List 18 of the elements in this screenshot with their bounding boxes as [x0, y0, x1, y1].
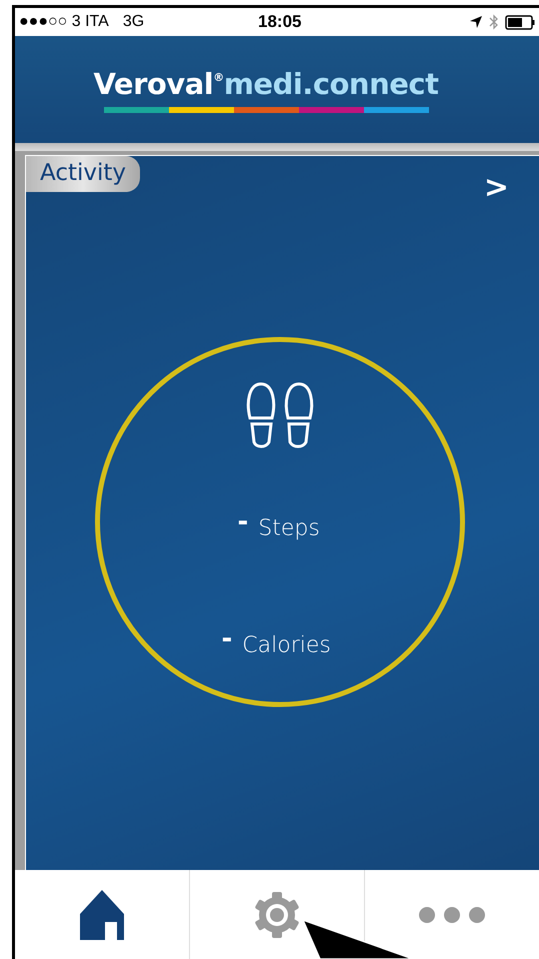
brand-text: Veroval: [94, 66, 214, 100]
carrier-text: ●●●○○ 3 ITA: [19, 13, 109, 31]
home-icon: [80, 890, 124, 940]
network-text: 3G: [122, 13, 144, 31]
next-arrow[interactable]: >: [484, 170, 509, 205]
battery-icon: [505, 14, 535, 30]
metric-label: Steps: [258, 516, 320, 541]
card-title: Activity: [26, 156, 140, 192]
registered-mark: ®: [213, 70, 224, 84]
metric-value: -: [238, 512, 248, 532]
activity-card[interactable]: Activity > - Steps - Calories: [25, 155, 539, 870]
metric-label: Calories: [242, 633, 331, 658]
bluetooth-icon: [489, 14, 499, 30]
product-text: medi.connect: [224, 66, 438, 100]
location-icon: [469, 15, 483, 29]
more-icon: [419, 906, 485, 922]
clock-text: 18:05: [258, 12, 302, 32]
metric-value: -: [222, 629, 232, 649]
